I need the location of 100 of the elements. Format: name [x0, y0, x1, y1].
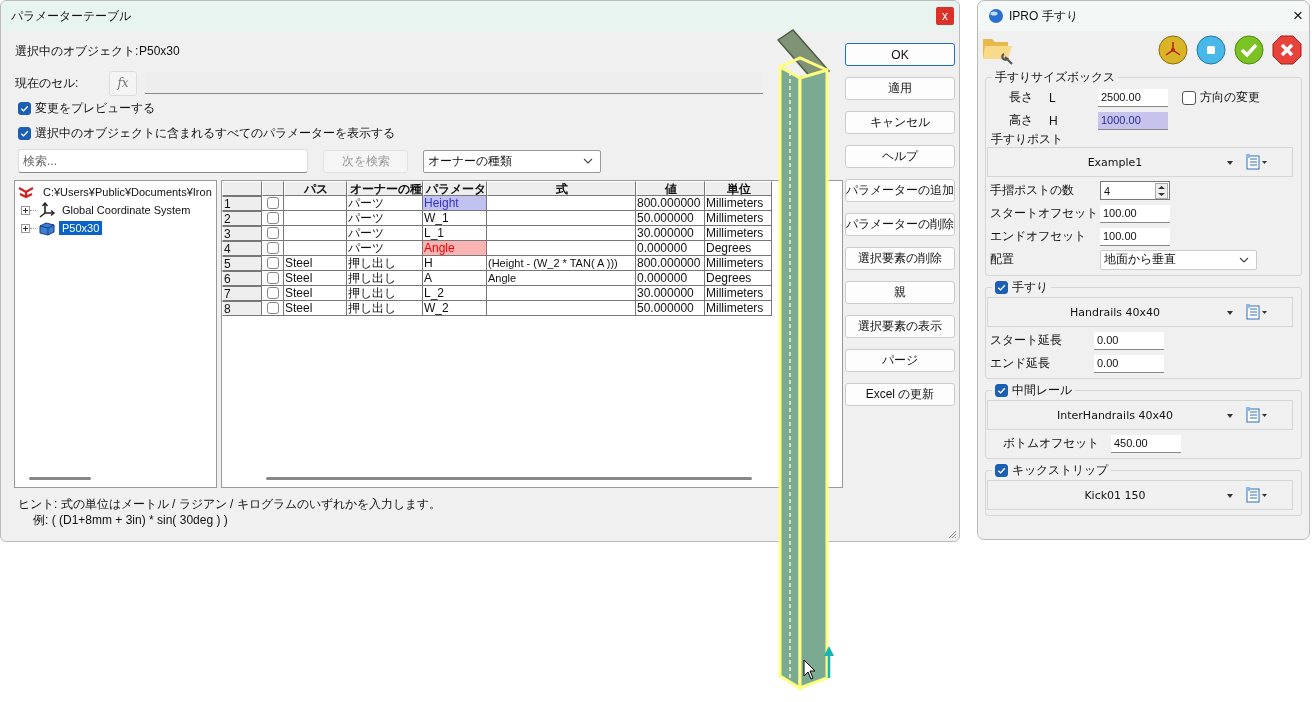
list-icon[interactable] — [1246, 304, 1268, 320]
table-cell: Millimeters — [705, 196, 772, 211]
dialog-button[interactable]: 親 — [845, 281, 955, 304]
placement-dropdown[interactable]: 地面から垂直 — [1100, 249, 1257, 270]
column-header[interactable]: パス — [284, 181, 347, 196]
row-header[interactable]: 4 — [222, 241, 262, 256]
row-header[interactable]: 6 — [222, 271, 262, 286]
sphere-icon[interactable] — [1157, 34, 1189, 66]
close-icon[interactable] — [1271, 34, 1303, 66]
table-cell: 30.000000 — [636, 226, 705, 241]
table-cell: 50.000000 — [636, 301, 705, 316]
dialog-button[interactable]: キャンセル — [845, 111, 955, 134]
axis-arrow-icon — [824, 646, 834, 678]
row-header[interactable]: 7 — [222, 286, 262, 301]
checkbox[interactable] — [267, 272, 279, 284]
checkbox[interactable] — [18, 127, 31, 140]
table-cell: 0.000000 — [636, 241, 705, 256]
checkbox-label: 変更をプレビューする — [35, 100, 155, 117]
profile-dropdown[interactable]: Handrails 40x40 — [987, 297, 1293, 327]
checkbox-label: 選択中のオブジェクトに含まれるすべてのパラメーターを表示する — [35, 125, 395, 142]
profile-dropdown[interactable]: Kick01 150 — [987, 480, 1293, 510]
field-label: エンド延長 — [989, 355, 1051, 372]
list-icon[interactable] — [1246, 407, 1268, 423]
column-header[interactable]: オーナーの種 — [347, 181, 423, 196]
row-header[interactable]: 5 — [222, 256, 262, 271]
tree-item[interactable]: P50x30 — [59, 221, 103, 235]
expand-icon[interactable] — [21, 205, 30, 215]
window-title: パラメーターテーブル — [11, 7, 131, 25]
chevron-icon — [583, 158, 593, 164]
profile-dropdown[interactable]: Example1 — [987, 147, 1293, 177]
tree-item[interactable]: C:¥Users¥Public¥Documents¥Iron — [40, 185, 215, 199]
number-spinner[interactable]: 4 — [1100, 181, 1170, 200]
dialog-button[interactable]: パラメーターの削除 — [845, 213, 955, 236]
dialog-button[interactable]: パージ — [845, 349, 955, 372]
dialog-button[interactable]: ヘルプ — [845, 145, 955, 168]
row-header[interactable]: 1 — [222, 196, 262, 211]
column-header[interactable]: 単位 — [705, 181, 772, 196]
expand-icon[interactable] — [21, 223, 30, 233]
table-cell: 30.000000 — [636, 286, 705, 301]
table-cell: パーツ — [347, 226, 423, 241]
spin-arrows-icon[interactable] — [1155, 182, 1168, 199]
dialog-button[interactable]: Excel の更新 — [845, 383, 955, 406]
dialog-button[interactable]: OK — [845, 43, 955, 66]
field-label: スタートオフセット — [989, 205, 1099, 222]
input-field[interactable]: 2500.00 — [1098, 88, 1168, 107]
profile-dropdown[interactable]: InterHandrails 40x40 — [987, 400, 1293, 430]
field-label: ボトムオフセット — [1002, 435, 1100, 452]
checkbox[interactable] — [995, 464, 1008, 477]
table-cell: H — [423, 256, 487, 271]
input-field[interactable]: 1000.00 — [1098, 111, 1168, 130]
row-header[interactable]: 8 — [222, 301, 262, 316]
checkbox[interactable] — [995, 384, 1008, 397]
column-header[interactable]: 式 — [487, 181, 636, 196]
row-header[interactable]: 2 — [222, 211, 262, 226]
selected-object-name: P50x30 — [139, 44, 180, 58]
tree-item[interactable]: Global Coordinate System — [59, 203, 194, 217]
cursor-icon — [803, 659, 816, 680]
table-cell: L_2 — [423, 286, 487, 301]
scrollbar[interactable] — [29, 477, 91, 480]
column-header[interactable]: 値 — [636, 181, 705, 196]
table-cell: Steel — [284, 271, 347, 286]
input-field[interactable]: 100.00 — [1100, 204, 1170, 223]
dialog-button[interactable]: 適用 — [845, 77, 955, 100]
caret-icon — [1227, 161, 1233, 165]
input-field[interactable]: 100.00 — [1100, 227, 1170, 246]
close-button[interactable]: x — [936, 7, 954, 25]
row-header[interactable]: 3 — [222, 226, 262, 241]
checkbox[interactable] — [18, 102, 31, 115]
caret-icon — [1227, 494, 1233, 498]
check-icon[interactable] — [1233, 34, 1265, 66]
search-field[interactable]: 検索... — [18, 149, 308, 173]
input-field[interactable]: 0.00 — [1094, 354, 1164, 373]
checkbox[interactable] — [267, 227, 279, 239]
input-field[interactable]: 450.00 — [1111, 434, 1181, 453]
column-header[interactable]: パラメータ — [423, 181, 487, 196]
checkbox[interactable] — [1182, 90, 1196, 105]
function-button[interactable]: fx — [109, 70, 137, 96]
checkbox[interactable] — [267, 257, 279, 269]
checkbox[interactable] — [267, 197, 279, 209]
input-field[interactable]: 0.00 — [1094, 331, 1164, 350]
checkbox[interactable] — [267, 302, 279, 314]
resize-grip-icon[interactable] — [948, 530, 957, 539]
table-cell: 押し出し — [347, 286, 423, 301]
dialog-button[interactable]: 選択要素の表示 — [845, 315, 955, 338]
checkbox[interactable] — [995, 281, 1008, 294]
group-title: 手すりポスト — [991, 132, 1063, 146]
scrollbar[interactable] — [266, 477, 752, 480]
stop-icon[interactable] — [1195, 34, 1227, 66]
table-cell: Millimeters — [705, 211, 772, 226]
owner-type-dropdown[interactable]: オーナーの種類 — [423, 149, 601, 173]
list-icon[interactable] — [1246, 487, 1268, 503]
dialog-button[interactable]: パラメーターの追加 — [845, 179, 955, 202]
dialog-button[interactable]: 選択要素の削除 — [845, 247, 955, 270]
checkbox[interactable] — [267, 242, 279, 254]
checkbox[interactable] — [267, 287, 279, 299]
checkbox[interactable] — [267, 212, 279, 224]
table-cell: Degrees — [705, 241, 772, 256]
chevron-icon — [1239, 256, 1249, 263]
close-button[interactable]: × — [1293, 7, 1303, 25]
list-icon[interactable] — [1246, 154, 1268, 170]
